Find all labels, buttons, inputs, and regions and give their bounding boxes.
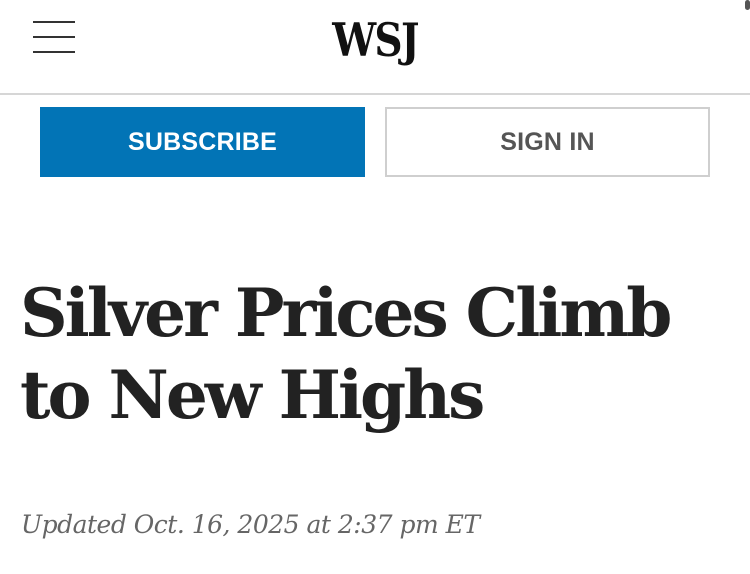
sign-in-button[interactable]: SIGN IN xyxy=(385,107,710,177)
subscribe-button[interactable]: SUBSCRIBE xyxy=(40,107,365,177)
top-navigation-bar: WSJ xyxy=(0,0,750,95)
wsj-logo[interactable]: WSJ xyxy=(56,10,694,70)
article-timestamp: Updated Oct. 16, 2025 at 2:37 pm ET xyxy=(21,510,480,539)
scrollbar xyxy=(745,0,750,10)
article-headline: Silver Prices Climb to New Highs xyxy=(20,274,672,434)
